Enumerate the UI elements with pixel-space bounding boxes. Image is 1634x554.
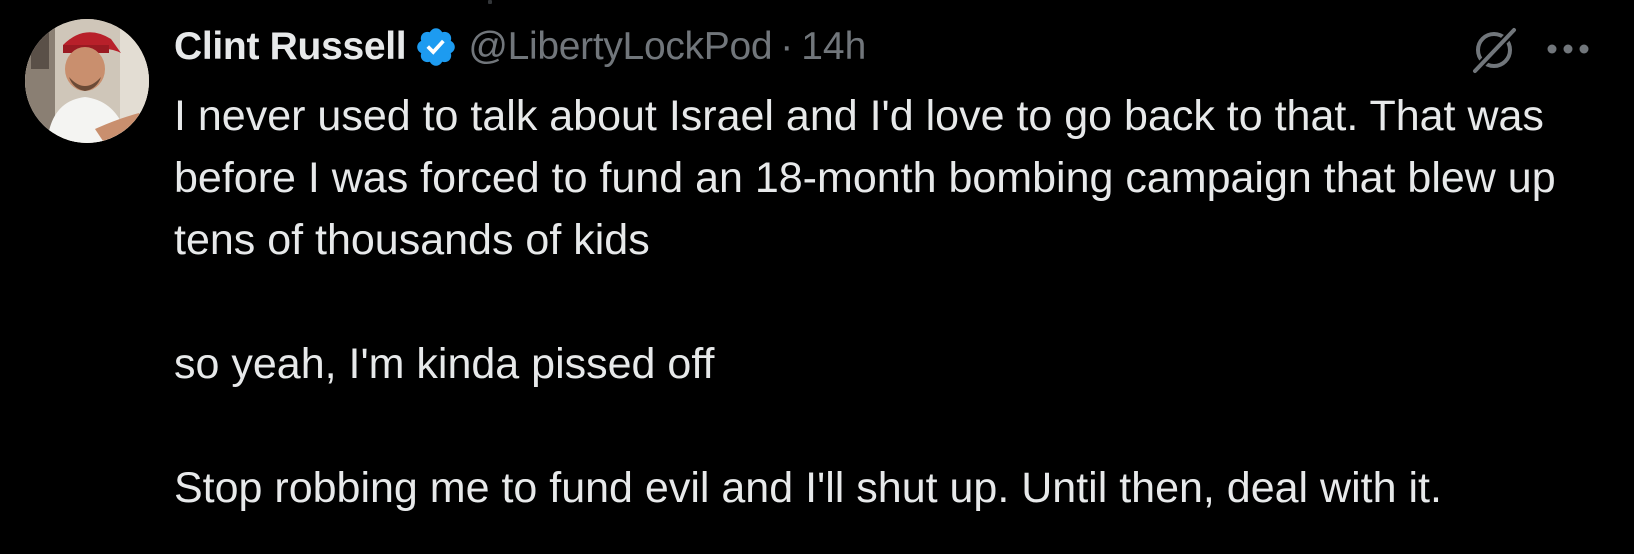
grok-icon — [1470, 26, 1518, 76]
tweet[interactable]: Clint Russell @LibertyLockPod · 14h I ne… — [0, 0, 1634, 554]
separator-dot: · — [780, 25, 794, 68]
avatar[interactable] — [25, 19, 149, 143]
user-handle[interactable]: @LibertyLockPod — [468, 25, 772, 69]
verified-badge-icon[interactable] — [414, 25, 458, 69]
tweet-paragraph-2: so yeah, I'm kinda pissed off — [174, 340, 715, 388]
more-dots-icon — [1547, 44, 1589, 54]
grok-button[interactable] — [1466, 22, 1522, 78]
tweet-paragraph-1: I never used to talk about Israel and I'… — [174, 92, 1568, 264]
tweet-header: Clint Russell @LibertyLockPod · 14h — [174, 22, 866, 72]
avatar-image — [25, 19, 149, 143]
timestamp[interactable]: 14h — [801, 25, 866, 69]
tweet-text: I never used to talk about Israel and I'… — [174, 85, 1604, 519]
more-options-button[interactable] — [1540, 24, 1596, 74]
display-name[interactable]: Clint Russell — [174, 25, 407, 69]
tweet-paragraph-3: Stop robbing me to fund evil and I'll sh… — [174, 464, 1442, 512]
